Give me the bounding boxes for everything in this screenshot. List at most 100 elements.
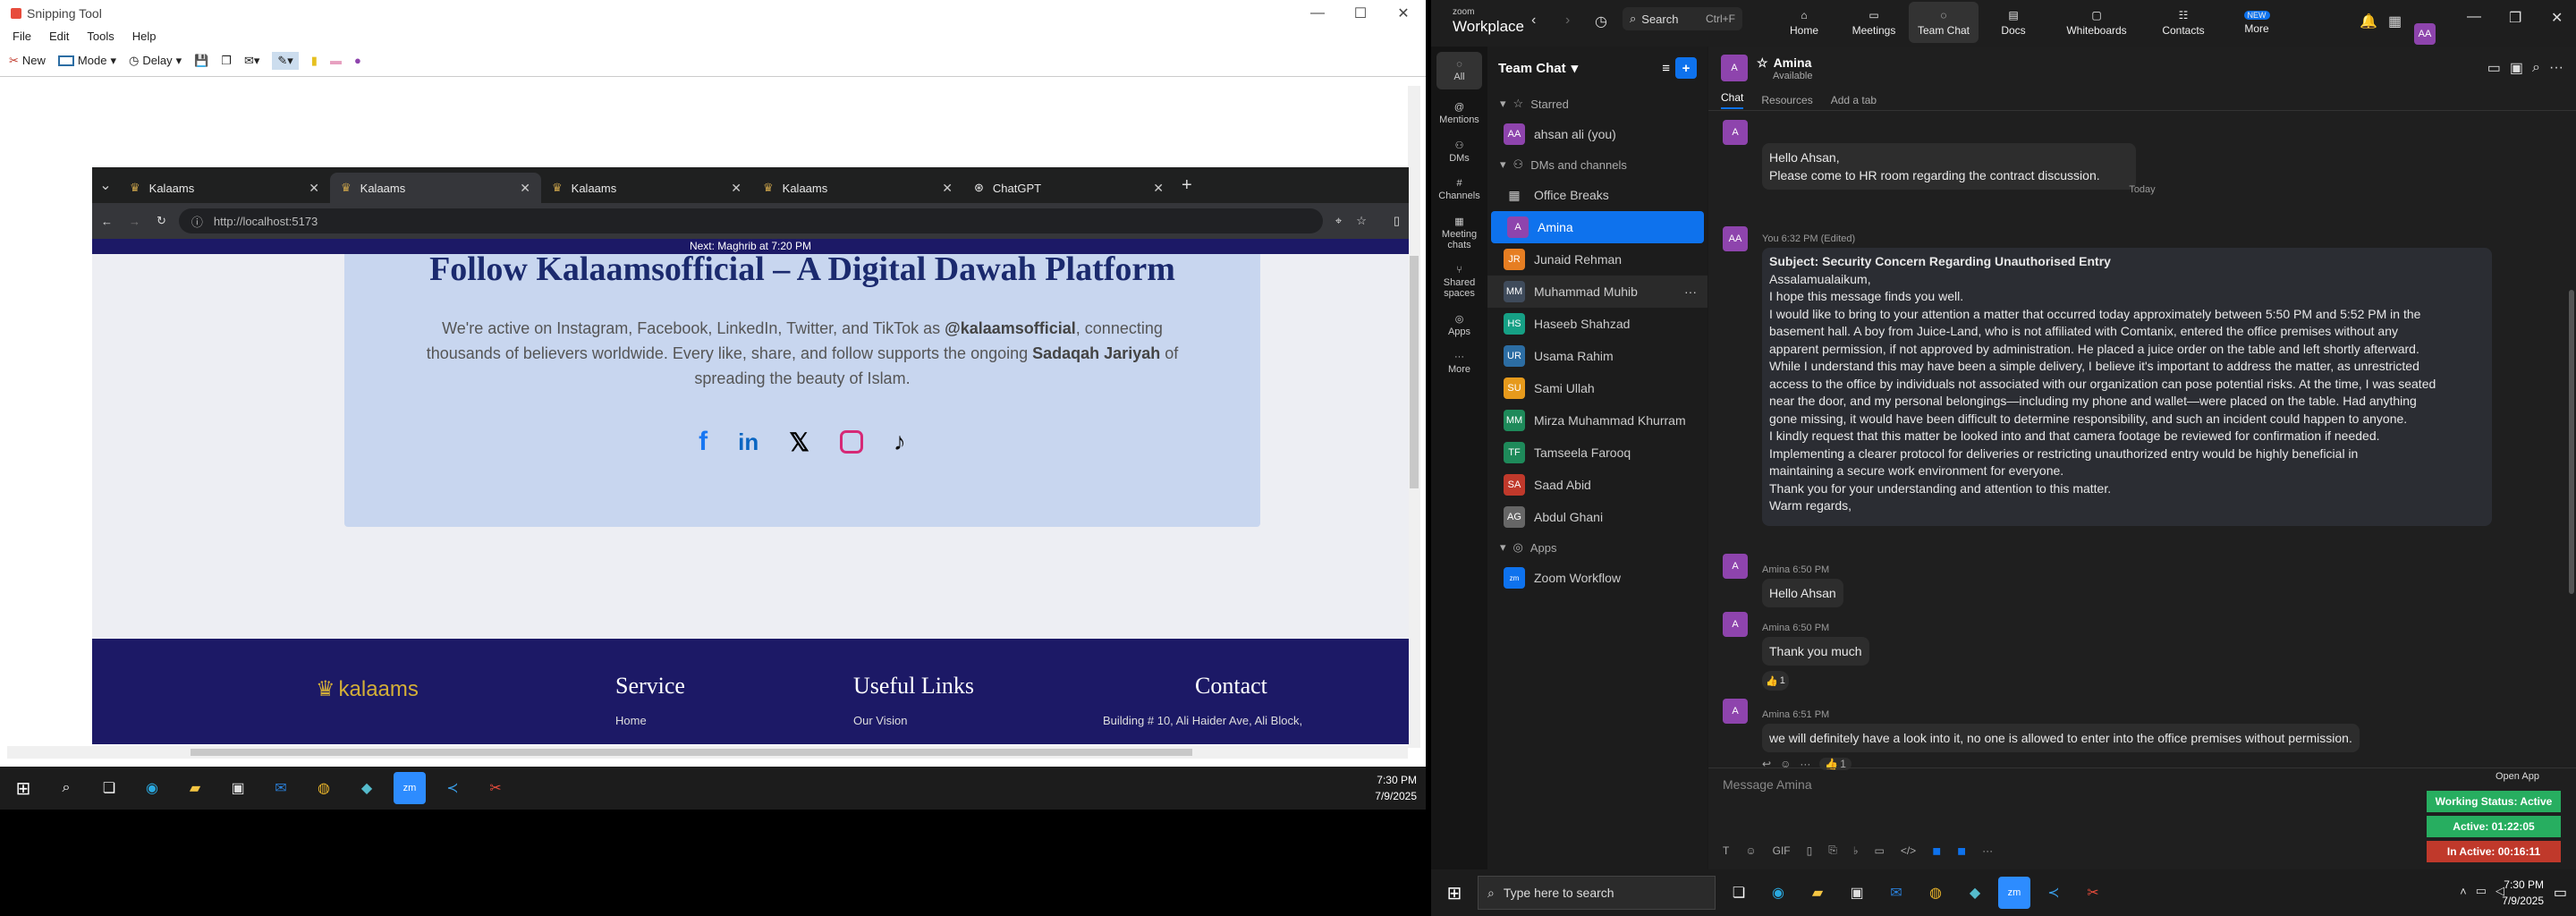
browser-tab[interactable]: ♛ Kalaams ✕ <box>541 173 752 203</box>
task-view-icon[interactable]: ❏ <box>93 772 125 804</box>
edge-icon[interactable]: ◉ <box>136 772 168 804</box>
clock[interactable]: 7:30 PM 7/9/2025 <box>2502 877 2544 909</box>
nav-team-chat[interactable]: ◌ Team Chat <box>1909 2 1979 43</box>
rail-all[interactable]: ◌ All <box>1436 52 1482 89</box>
reload-icon[interactable]: ↻ <box>157 214 166 228</box>
nav-meetings[interactable]: ▭ Meetings <box>1839 2 1909 43</box>
snipping-app-icon[interactable]: ✂ <box>479 772 512 804</box>
rail-dms[interactable]: ⚇ DMs <box>1431 132 1487 171</box>
footer-logo[interactable]: ♛ kalaams <box>316 676 419 702</box>
tab-add[interactable]: Add a tab <box>1831 94 1877 106</box>
clock[interactable]: 7:30 PM 7/9/2025 <box>1375 772 1417 804</box>
filter-icon[interactable]: ≡ <box>1662 61 1670 76</box>
taskbar-search[interactable]: ⌕ Type here to search <box>1478 876 1716 910</box>
highlighter-icon[interactable]: ▮ <box>311 54 318 68</box>
chrome-icon[interactable]: ◍ <box>1919 877 1952 909</box>
rail-mentions[interactable]: @ Mentions <box>1431 95 1487 132</box>
screen-icon[interactable]: ▣ <box>2510 59 2523 77</box>
calendar-icon[interactable]: ▦ <box>2388 13 2402 30</box>
paint3d-icon[interactable]: ● <box>354 54 361 67</box>
mail-icon[interactable]: ✉ <box>265 772 297 804</box>
maximize-button[interactable]: ☐ <box>1340 0 1381 27</box>
tiktok-icon[interactable]: ♪ <box>894 428 906 456</box>
file-explorer-icon[interactable]: ▰ <box>179 772 211 804</box>
minimize-button[interactable]: — <box>2467 9 2481 25</box>
rail-shared-spaces[interactable]: ⑂ Shared spaces <box>1431 258 1487 306</box>
app-icon[interactable]: ◆ <box>1959 877 1991 909</box>
app-zoom-workflow[interactable]: zm Zoom Workflow <box>1487 562 1707 594</box>
rail-meeting-chats[interactable]: ▦ Meeting chats <box>1431 208 1487 258</box>
maximize-button[interactable]: ❐ <box>2509 9 2521 27</box>
forward-icon[interactable]: → <box>129 215 140 228</box>
url-input[interactable]: ⓘ http://localhost:5173 <box>178 208 1323 233</box>
chevron-up-icon[interactable]: ˄ <box>2460 885 2467 898</box>
linkedin-icon[interactable]: in <box>738 428 758 456</box>
store-icon[interactable]: ▣ <box>222 772 254 804</box>
chat-scrollbar[interactable] <box>2569 290 2574 594</box>
task-view-icon[interactable]: ❏ <box>1723 877 1755 909</box>
emoji-icon[interactable]: ☺ <box>1745 844 1756 857</box>
contact-abdul[interactable]: AG Abdul Ghani <box>1487 501 1707 533</box>
screenshot-icon[interactable]: ⎘ <box>1828 844 1837 857</box>
contact-sami[interactable]: SU Sami Ullah <box>1487 372 1707 404</box>
vscode-icon[interactable]: ≺ <box>436 772 469 804</box>
vscode-icon[interactable]: ≺ <box>2038 877 2070 909</box>
new-button[interactable]: ✂ New <box>9 54 46 68</box>
eraser-icon[interactable]: ▬ <box>330 54 342 67</box>
menu-edit[interactable]: Edit <box>49 30 69 43</box>
edge-icon[interactable]: ◉ <box>1762 877 1794 909</box>
menu-tools[interactable]: Tools <box>87 30 114 43</box>
browser-tab[interactable]: ♛ Kalaams ✕ <box>119 173 330 203</box>
section-apps[interactable]: ▾ ◎ Apps <box>1487 533 1707 562</box>
search-icon[interactable]: ⌕ <box>2532 60 2540 76</box>
contact-mirza[interactable]: MM Mirza Muhammad Khurram <box>1487 404 1707 437</box>
footer-link[interactable]: Home <box>615 714 685 727</box>
instagram-icon[interactable] <box>839 430 863 454</box>
mic-icon[interactable]: ♭ <box>1853 844 1859 857</box>
start-windows-icon[interactable]: ⊞ <box>7 772 39 804</box>
close-icon[interactable]: ✕ <box>309 181 319 196</box>
close-icon[interactable]: ✕ <box>520 181 530 196</box>
history-icon[interactable]: ◷ <box>1595 13 1607 30</box>
mode-button[interactable]: Mode ▾ <box>57 54 116 68</box>
store-icon[interactable]: ▣ <box>1841 877 1873 909</box>
save-icon[interactable]: 💾 <box>194 54 208 68</box>
tab-list-icon[interactable]: ⌄ <box>92 176 119 203</box>
compose-icon[interactable]: + <box>1675 57 1697 79</box>
location-icon[interactable]: ⌖ <box>1335 214 1342 228</box>
close-icon[interactable]: ✕ <box>942 181 953 196</box>
rail-more[interactable]: ··· More <box>1431 344 1487 382</box>
more-icon[interactable]: ··· <box>2549 60 2563 76</box>
scrollbar-horizontal[interactable] <box>7 746 1408 759</box>
star-icon[interactable]: ☆ <box>1757 55 1768 71</box>
mail-icon[interactable]: ✉ <box>1880 877 1912 909</box>
chrome-icon[interactable]: ◍ <box>308 772 340 804</box>
file-icon[interactable]: ▯ <box>1807 844 1813 857</box>
nav-docs[interactable]: ▤ Docs <box>1979 2 2048 43</box>
network-icon[interactable]: ▭ <box>2476 884 2487 898</box>
browser-tab[interactable]: ⊛ ChatGPT ✕ <box>963 173 1174 203</box>
back-icon[interactable]: ‹ <box>1531 13 1536 29</box>
section-dms[interactable]: ▾ ⚇ DMs and channels <box>1487 150 1707 179</box>
video-msg-icon[interactable]: ▭ <box>1875 844 1885 857</box>
copy-icon[interactable]: ❐ <box>221 54 232 68</box>
app-icon[interactable]: ◼ <box>1932 844 1941 857</box>
app-icon[interactable]: ◆ <box>351 772 383 804</box>
code-icon[interactable]: </> <box>1901 844 1916 857</box>
contact-usama[interactable]: UR Usama Rahim <box>1487 340 1707 372</box>
close-icon[interactable]: ✕ <box>731 181 741 196</box>
facebook-icon[interactable]: f <box>699 427 708 457</box>
working-status[interactable]: Working Status: Active <box>2427 791 2561 812</box>
search-icon[interactable]: ⌕ <box>50 772 82 804</box>
app-icon[interactable]: ◼ <box>1957 844 1966 857</box>
contact-tamseela[interactable]: TF Tamseela Farooq <box>1487 437 1707 469</box>
nav-home[interactable]: ⌂ Home <box>1769 2 1839 43</box>
video-icon[interactable]: ▭ <box>2487 59 2501 77</box>
menu-help[interactable]: Help <box>132 30 157 43</box>
close-button[interactable]: ✕ <box>2551 9 2563 27</box>
text-format-icon[interactable]: T <box>1723 844 1729 857</box>
back-icon[interactable]: ← <box>101 215 113 228</box>
forward-icon[interactable]: › <box>1565 13 1570 29</box>
zoom-icon[interactable]: zm <box>394 772 426 804</box>
browser-tab-active[interactable]: ♛ Kalaams ✕ <box>330 173 541 203</box>
